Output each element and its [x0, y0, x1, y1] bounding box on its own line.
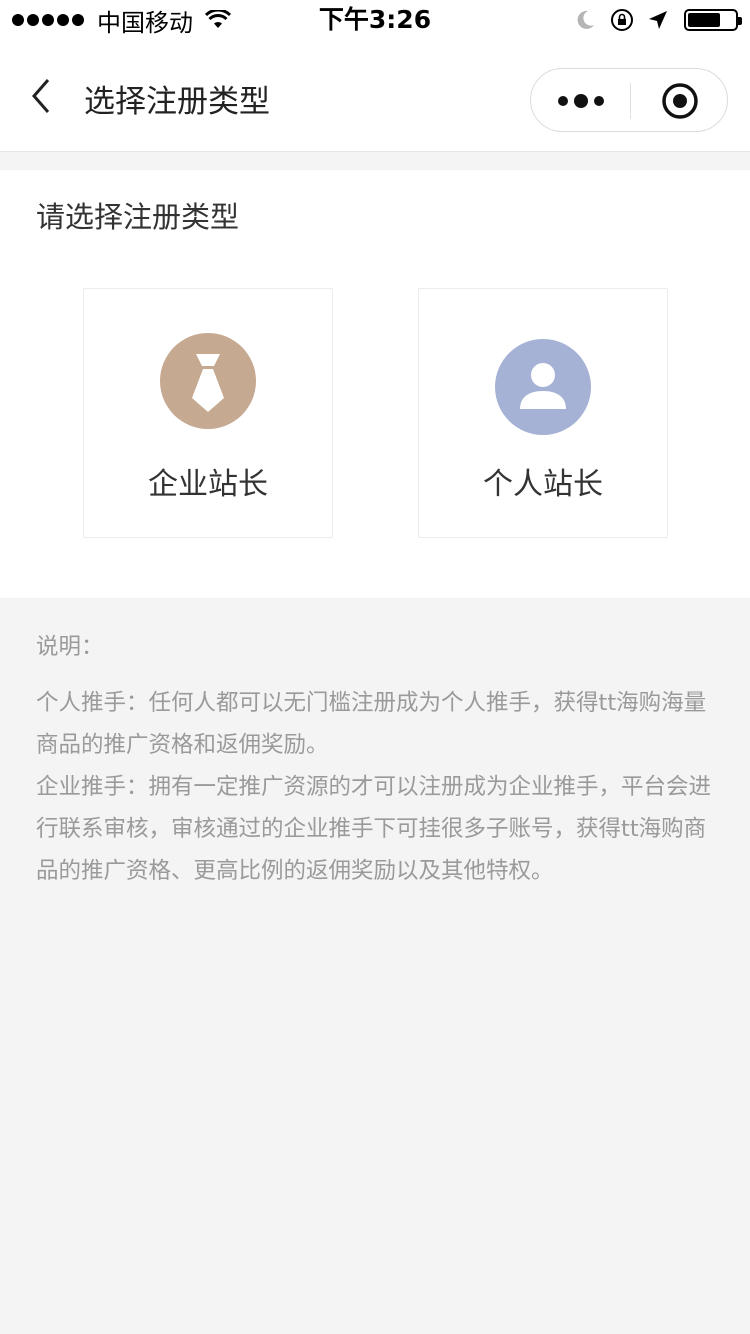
description-section: 说明： 个人推手：任何人都可以无门槛注册成为个人推手，获得tt海购海量商品的推广… [36, 626, 716, 892]
enterprise-description: 企业推手：拥有一定推广资源的才可以注册成为企业推手，平台会进行联系审核，审核通过… [36, 774, 712, 884]
nav-bar: 选择注册类型 [0, 40, 750, 152]
status-bar: 中国移动 下午3:26 [0, 0, 750, 40]
location-arrow-icon [648, 10, 668, 30]
menu-capsule [530, 68, 728, 132]
personal-avatar [495, 339, 591, 435]
back-button[interactable] [22, 76, 62, 116]
enterprise-option-card[interactable]: 企业站长 [83, 288, 333, 538]
close-target-icon [661, 83, 698, 119]
personal-option-label: 个人站长 [483, 467, 603, 502]
section-prompt: 请选择注册类型 [36, 200, 240, 234]
enterprise-option-label: 企业站长 [148, 467, 268, 502]
status-right [560, 0, 742, 40]
registration-panel: 请选择注册类型 企业站长 个人站长 [0, 170, 750, 598]
personal-option-card[interactable]: 个人站长 [418, 288, 668, 538]
moon-icon [574, 9, 596, 31]
more-button[interactable] [531, 69, 630, 133]
back-chevron-icon [32, 79, 50, 113]
close-button[interactable] [630, 69, 729, 133]
personal-description: 个人推手：任何人都可以无门槛注册成为个人推手，获得tt海购海量商品的推广资格和返… [36, 690, 707, 758]
person-icon [520, 363, 566, 409]
description-heading: 说明： [36, 634, 104, 660]
more-dots-icon [557, 96, 568, 106]
rotation-lock-icon [610, 8, 634, 32]
necktie-icon [192, 354, 224, 412]
enterprise-avatar [160, 333, 256, 429]
battery-icon [684, 9, 742, 31]
page-title: 选择注册类型 [84, 84, 270, 120]
